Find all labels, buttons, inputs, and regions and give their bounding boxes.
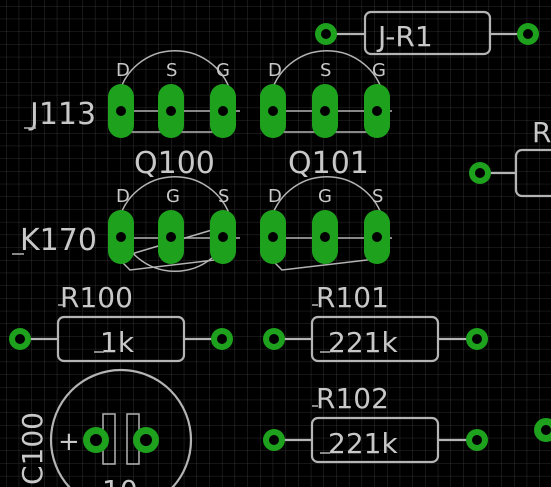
r100-name-label: R100	[60, 281, 133, 314]
q101-pin-label-2: S	[320, 60, 331, 81]
q-lower-right-pin-label-3: S	[372, 186, 383, 207]
q-lower-left-pin-label-3: S	[218, 186, 229, 207]
c100-name-label: C100	[16, 412, 49, 485]
pcb-board-canvas[interactable]: J-R1 D S G J113 Q100 D S G Q101 D G S K1…	[0, 0, 551, 487]
r102-value-label: 221k	[328, 427, 398, 460]
q100-name-label: Q100	[134, 146, 215, 181]
r-edge-name-label: R	[532, 116, 551, 149]
q-lower-left-value-label: K170	[20, 223, 97, 258]
c100-plus-sign: +	[58, 427, 80, 457]
q100-pin-label-1: D	[116, 60, 130, 81]
j-r1-name-label: J-R1	[376, 20, 433, 53]
r102-name-label: R102	[316, 382, 389, 415]
r101-name-label: R101	[316, 281, 389, 314]
r100-value-label: 1k	[100, 326, 135, 359]
c100-value-label: 10	[102, 474, 138, 487]
q101-pin-label-1: D	[268, 60, 282, 81]
r101-value-label: 221k	[328, 326, 398, 359]
q101-pin-label-3: G	[372, 60, 386, 81]
q-lower-left-pin-label-1: D	[116, 186, 130, 207]
q-lower-right-pin-label-1: D	[268, 186, 282, 207]
q100-value-label: J113	[28, 97, 96, 132]
q101-name-label: Q101	[288, 146, 369, 181]
q-lower-right-pin-label-2: G	[318, 186, 332, 207]
q-lower-left-pin-label-2: G	[166, 186, 180, 207]
q100-pin-label-3: G	[216, 60, 230, 81]
part-q-lower-right[interactable]: D G S	[260, 175, 392, 271]
q100-pin-label-2: S	[166, 60, 177, 81]
